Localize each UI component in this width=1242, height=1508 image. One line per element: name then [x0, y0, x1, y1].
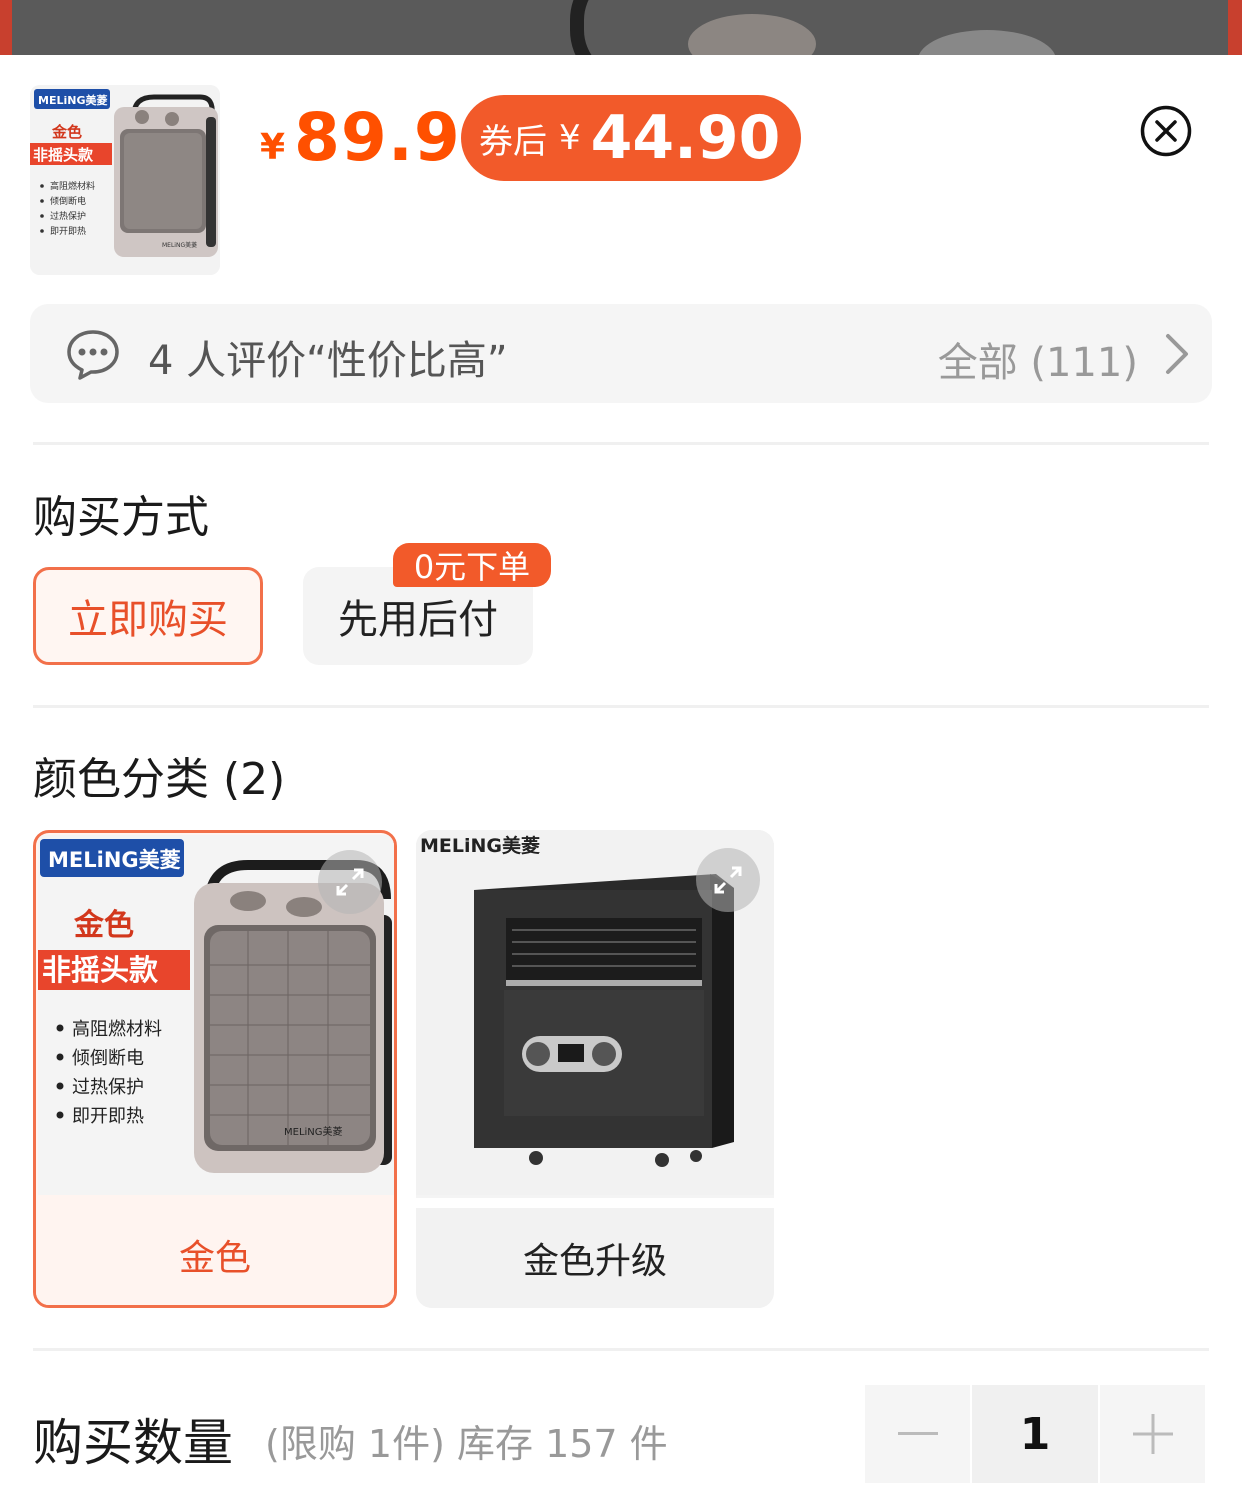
chevron-right-icon [1166, 334, 1188, 374]
coupon-price: 44.90 [590, 103, 781, 173]
minus-icon [897, 1432, 938, 1435]
expand-image-button[interactable] [696, 848, 760, 912]
increase-quantity-button[interactable] [1100, 1385, 1205, 1483]
thumb-model-label: 非摇头款 [33, 146, 94, 164]
coupon-price-badge: 券后 ¥ 44.90 [461, 95, 801, 181]
backdrop-edge-left [0, 0, 12, 56]
product-thumbnail[interactable]: MELiNG美菱 金色 非摇头款 高阻燃材料 倾倒断电 过热保护 即开即热 ME… [30, 85, 220, 275]
quantity-stepper: 1 [865, 1385, 1209, 1483]
thumb-device-brand: MELiNG美菱 [162, 241, 197, 249]
section-divider [33, 705, 1209, 708]
plus-icon [1132, 1414, 1173, 1454]
color-option-label: 金色升级 [416, 1198, 774, 1308]
card-model-label: 非摇头款 [42, 953, 159, 987]
all-reviews-link[interactable]: 全部 (111) [938, 330, 1138, 388]
coupon-label: 券后 [479, 121, 547, 162]
review-summary-text: 4 人评价“性价比高” [148, 338, 508, 384]
color-option-gold[interactable]: MELiNG美菱 金色 非摇头款 高阻燃材料 倾倒断电 过热保护 即开即热 ME… [33, 830, 397, 1308]
card-brand: MELiNG美菱 [420, 834, 540, 857]
expand-icon [714, 866, 742, 894]
purchase-method-title: 购买方式 [33, 492, 209, 543]
card-feature: 倾倒断电 [72, 1048, 144, 1069]
section-divider [33, 442, 1209, 445]
sku-panel: MELiNG美菱 金色 非摇头款 高阻燃材料 倾倒断电 过热保护 即开即热 ME… [0, 55, 1242, 1508]
expand-icon [336, 868, 364, 896]
product-image-backdrop [0, 0, 1242, 90]
color-category-title: 颜色分类 (2) [33, 754, 286, 805]
color-option-gold-upgrade[interactable]: MELiNG美菱 金色升级 [416, 830, 774, 1308]
card-brand: MELiNG美菱 [48, 848, 181, 872]
thumb-feature: 过热保护 [50, 210, 86, 222]
quantity-title: 购买数量 [33, 1414, 233, 1472]
card-color-label: 金色 [73, 908, 134, 943]
thumb-color-label: 金色 [51, 123, 82, 141]
card-feature: 即开即热 [72, 1106, 144, 1127]
price-currency: ¥ [260, 127, 286, 168]
quantity-value[interactable]: 1 [972, 1385, 1098, 1483]
card-device-brand: MELiNG美菱 [284, 1125, 343, 1138]
thumb-feature: 倾倒断电 [50, 195, 86, 207]
card-feature: 过热保护 [72, 1077, 144, 1098]
close-button[interactable] [1140, 105, 1192, 157]
thumb-brand: MELiNG美菱 [38, 93, 107, 107]
thumb-feature: 高阻燃材料 [50, 180, 95, 192]
product-sku-sheet: MELiNG美菱 金色 非摇头款 高阻燃材料 倾倒断电 过热保护 即开即热 ME… [0, 0, 1242, 1508]
review-summary-bar[interactable]: 4 人评价“性价比高” 全部 (111) [30, 304, 1212, 403]
chat-bubble-icon [67, 330, 119, 380]
thumb-feature: 即开即热 [50, 225, 86, 237]
price: 89.9 [294, 99, 461, 176]
quantity-limit-stock: (限购 1件) 库存 157 件 [265, 1422, 668, 1466]
buy-now-option[interactable]: 立即购买 [33, 567, 263, 665]
close-icon [1140, 105, 1192, 157]
color-option-label: 金色 [36, 1205, 394, 1305]
expand-image-button[interactable] [318, 850, 382, 914]
zero-down-badge: 0元下单 [393, 543, 551, 587]
backdrop-edge-right [1228, 0, 1242, 56]
coupon-currency: ¥ [559, 118, 581, 158]
section-divider [33, 1348, 1209, 1351]
card-feature: 高阻燃材料 [72, 1019, 162, 1040]
decrease-quantity-button[interactable] [865, 1385, 970, 1483]
